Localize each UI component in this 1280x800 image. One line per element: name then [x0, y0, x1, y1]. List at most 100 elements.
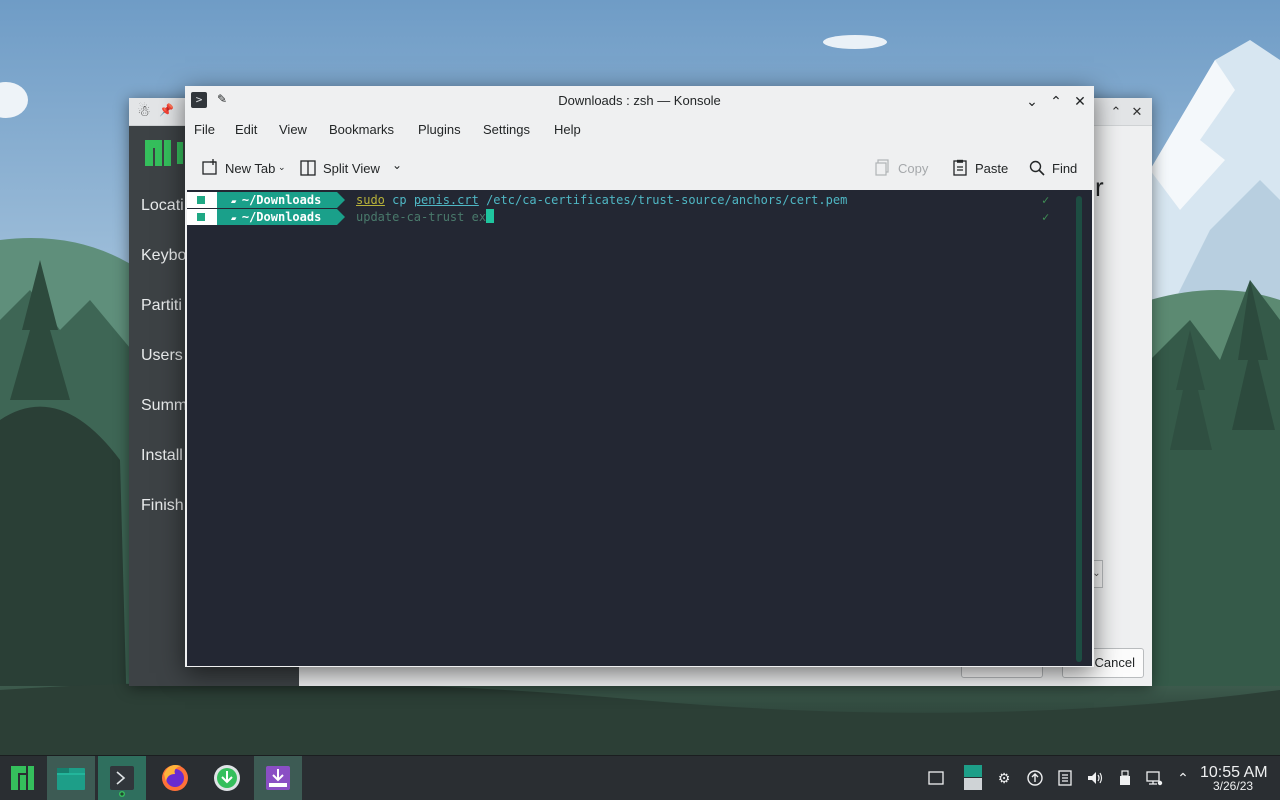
maximize-button[interactable]: ⌃	[1106, 102, 1126, 122]
firefox-icon	[162, 765, 188, 791]
sidebar-step: Users	[141, 347, 183, 364]
scrollbar[interactable]	[1076, 196, 1082, 662]
tray-expand-button[interactable]: ⌃	[1174, 769, 1192, 787]
copy-button[interactable]: Copy	[874, 156, 928, 180]
paste-icon	[951, 159, 969, 177]
manjaro-icon	[197, 196, 205, 204]
close-button[interactable]: ✕	[1070, 91, 1090, 111]
sidebar-step: Locati	[141, 197, 184, 214]
manjaro-logo-icon	[145, 140, 171, 166]
menu-plugins[interactable]: Plugins	[418, 122, 461, 137]
page-title: r	[1095, 172, 1104, 202]
maximize-button[interactable]: ⌃	[1046, 91, 1066, 111]
taskbar-installer[interactable]	[254, 756, 302, 800]
copy-label: Copy	[898, 160, 929, 176]
kde-connect-button[interactable]: ⚙	[995, 769, 1013, 787]
copy-icon	[874, 159, 892, 177]
volume-button[interactable]	[1086, 769, 1104, 787]
split-view-label: Split View	[323, 160, 380, 176]
new-tab-button[interactable]: New Tab	[201, 156, 275, 180]
taskbar: ⚙ ⌃	[0, 755, 1280, 800]
minimize-button[interactable]: ⌄	[1022, 91, 1042, 111]
chevron-up-icon: ⌃	[1177, 770, 1189, 786]
usb-icon	[1120, 770, 1130, 785]
folder-icon: ▰	[231, 214, 242, 224]
window-title: Downloads : zsh — Konsole	[558, 93, 721, 108]
command-args: /etc/ca-certificates/trust-source/anchor…	[478, 193, 848, 207]
desktop-icon	[928, 771, 944, 785]
menu-edit[interactable]: Edit	[235, 122, 257, 137]
find-button[interactable]: Find	[1028, 156, 1077, 180]
chevron-up-icon: ⌃	[1110, 104, 1122, 119]
taskbar-firefox[interactable]	[151, 756, 199, 800]
menu-file[interactable]: File	[194, 122, 215, 137]
prompt-os-segment	[187, 209, 217, 225]
logo-text-fragment	[177, 142, 185, 164]
taskbar-konsole[interactable]	[98, 756, 146, 800]
taskbar-file-manager[interactable]	[47, 756, 95, 800]
devices-button[interactable]	[1116, 769, 1134, 787]
sidebar-step: Summ	[141, 397, 188, 414]
taskbar-downloader[interactable]	[203, 756, 251, 800]
command-text: sudo cp penis.crt /etc/ca-certificates/t…	[356, 192, 847, 208]
installer-icon: ☃	[137, 103, 151, 120]
status-check-icon: ✓	[1042, 210, 1050, 224]
split-view-icon	[299, 159, 317, 177]
installer-icon	[266, 766, 290, 790]
search-icon	[1028, 159, 1046, 177]
chevron-down-icon: ⌄	[1026, 93, 1038, 109]
network-button[interactable]	[1145, 769, 1163, 787]
paste-label: Paste	[975, 160, 1009, 176]
manjaro-menu-icon	[11, 766, 34, 790]
clipboard-icon	[1058, 770, 1072, 786]
prompt-os-segment	[187, 192, 217, 208]
sidebar-step: Install	[141, 447, 183, 464]
split-view-button[interactable]: Split View	[299, 156, 380, 180]
command-input[interactable]: update-ca-trust ex	[356, 209, 495, 225]
display-button[interactable]	[963, 764, 983, 792]
download-icon	[214, 765, 240, 791]
sidebar-step: Partiti	[141, 297, 182, 314]
terminal-line: ▰ ~/Downloads update-ca-trust ex ✓	[187, 209, 1067, 225]
clock-date[interactable]: 3/26/23	[1213, 779, 1253, 793]
menu-help[interactable]: Help	[554, 122, 581, 137]
menu-bookmarks[interactable]: Bookmarks	[329, 122, 394, 137]
network-share-icon: ⚙	[997, 770, 1011, 786]
command-file: penis.crt	[413, 193, 479, 207]
text-cursor	[486, 209, 495, 223]
sidebar-step: Keybo	[141, 247, 187, 264]
menu-bar: File Edit View Bookmarks Plugins Setting…	[185, 116, 1094, 144]
terminal-area[interactable]: ▰ ~/Downloads sudo cp penis.crt /etc/ca-…	[187, 190, 1092, 666]
command-text: update-ca-trust ex	[356, 210, 487, 224]
titlebar[interactable]: > ✎ Downloads : zsh — Konsole ⌄ ⌃ ✕	[185, 86, 1094, 115]
chevron-down-icon[interactable]: ⌄	[278, 162, 286, 173]
konsole-window[interactable]: > ✎ Downloads : zsh — Konsole ⌄ ⌃ ✕ File…	[185, 86, 1094, 667]
command-cp: cp	[384, 193, 414, 207]
prompt-dir-segment: ▰ ~/Downloads	[217, 209, 337, 225]
updates-icon	[1027, 770, 1043, 786]
find-label: Find	[1052, 160, 1078, 176]
pin-icon[interactable]: 📌	[159, 103, 174, 117]
toolbar: New Tab ⌄ Split View ⌄ Copy Paste Find	[185, 148, 1094, 188]
clipboard-button[interactable]	[1056, 769, 1074, 787]
close-icon: ✕	[1131, 104, 1143, 119]
status-check-icon: ✓	[1042, 193, 1050, 207]
show-desktop-button[interactable]	[927, 769, 945, 787]
chevron-down-icon[interactable]: ⌄	[392, 158, 402, 172]
command-sudo: sudo	[356, 193, 385, 207]
prompt-dir: ~/Downloads	[241, 210, 322, 224]
manjaro-icon	[197, 213, 205, 221]
close-button[interactable]: ✕	[1127, 102, 1147, 122]
new-tab-label: New Tab	[225, 160, 276, 176]
menu-view[interactable]: View	[279, 122, 307, 137]
volume-icon	[1088, 772, 1103, 784]
network-icon	[1146, 771, 1163, 786]
prompt-dir-segment: ▰ ~/Downloads	[217, 192, 337, 208]
paste-button[interactable]: Paste	[951, 156, 1008, 180]
terminal-line: ▰ ~/Downloads sudo cp penis.crt /etc/ca-…	[187, 192, 1067, 208]
menu-settings[interactable]: Settings	[483, 122, 530, 137]
prompt-dir: ~/Downloads	[241, 193, 322, 207]
app-launcher-button[interactable]	[0, 756, 44, 800]
updates-button[interactable]	[1026, 769, 1044, 787]
close-icon: ✕	[1074, 93, 1086, 109]
